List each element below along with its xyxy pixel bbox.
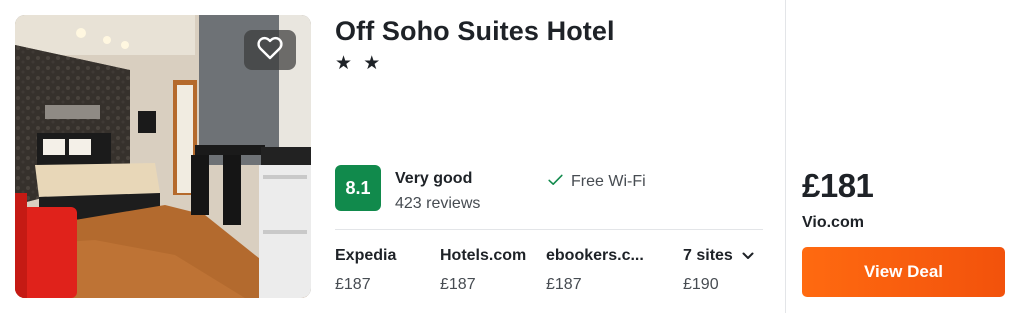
provider-name: ebookers.c... — [546, 247, 644, 264]
provider-ebookers[interactable]: ebookers.c... £187 — [546, 247, 644, 294]
score-badge: 8.1 — [335, 165, 381, 211]
deal-site: Vio.com — [802, 214, 864, 231]
provider-name: Hotels.com — [440, 247, 527, 264]
star-rating: ★ ★ — [335, 53, 384, 74]
chevron-down-icon — [733, 247, 754, 265]
check-icon — [548, 173, 571, 191]
divider — [785, 0, 786, 313]
view-deal-button[interactable]: View Deal — [802, 247, 1005, 297]
hotel-name[interactable]: Off Soho Suites Hotel — [335, 16, 615, 47]
review-count: 423 reviews — [395, 195, 481, 212]
deal-price: £181 — [802, 167, 874, 204]
more-sites-price: £190 — [683, 276, 719, 293]
provider-name: Expedia — [335, 247, 397, 264]
more-sites-toggle[interactable]: 7 sites — [683, 247, 754, 265]
provider-price: £187 — [335, 276, 371, 293]
provider-hotels-com[interactable]: Hotels.com £187 — [440, 247, 526, 294]
provider-price: £187 — [546, 276, 582, 293]
more-sites-label: 7 sites — [683, 247, 733, 264]
amenity-label: Free Wi-Fi — [571, 173, 646, 190]
rating-label: Very good — [395, 170, 473, 187]
heart-outline-icon — [257, 36, 283, 65]
favorite-button[interactable] — [244, 30, 296, 70]
amenity-wifi: Free Wi-Fi — [548, 173, 646, 191]
provider-expedia[interactable]: Expedia £187 — [335, 247, 396, 294]
divider — [335, 229, 763, 230]
more-sites[interactable]: 7 sites £190 — [683, 247, 754, 294]
hotel-result-card: Off Soho Suites Hotel ★ ★ 8.1 Very good … — [0, 0, 1024, 313]
provider-price: £187 — [440, 276, 476, 293]
